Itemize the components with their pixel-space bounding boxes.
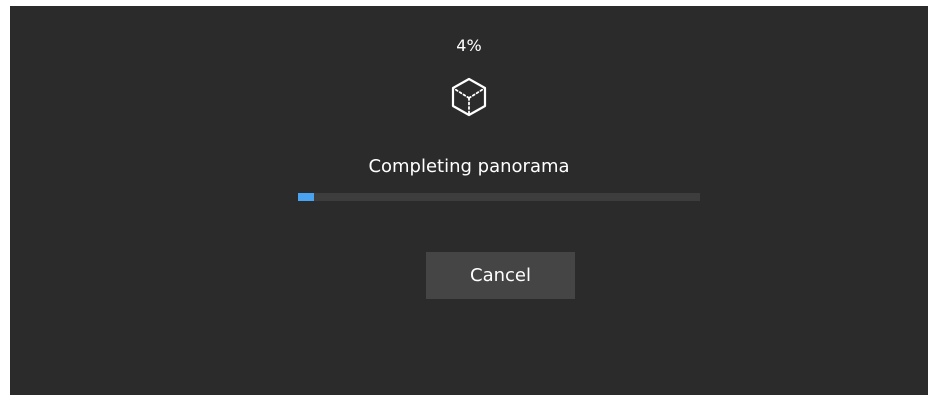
progress-bar-fill bbox=[298, 193, 315, 201]
progress-dialog: 4% Completing panorama Cancel bbox=[10, 6, 928, 395]
progress-bar bbox=[298, 193, 700, 201]
progress-percent: 4% bbox=[456, 36, 482, 55]
cube-icon bbox=[451, 77, 487, 117]
status-text: Completing panorama bbox=[368, 156, 570, 177]
cancel-button[interactable]: Cancel bbox=[426, 252, 575, 299]
